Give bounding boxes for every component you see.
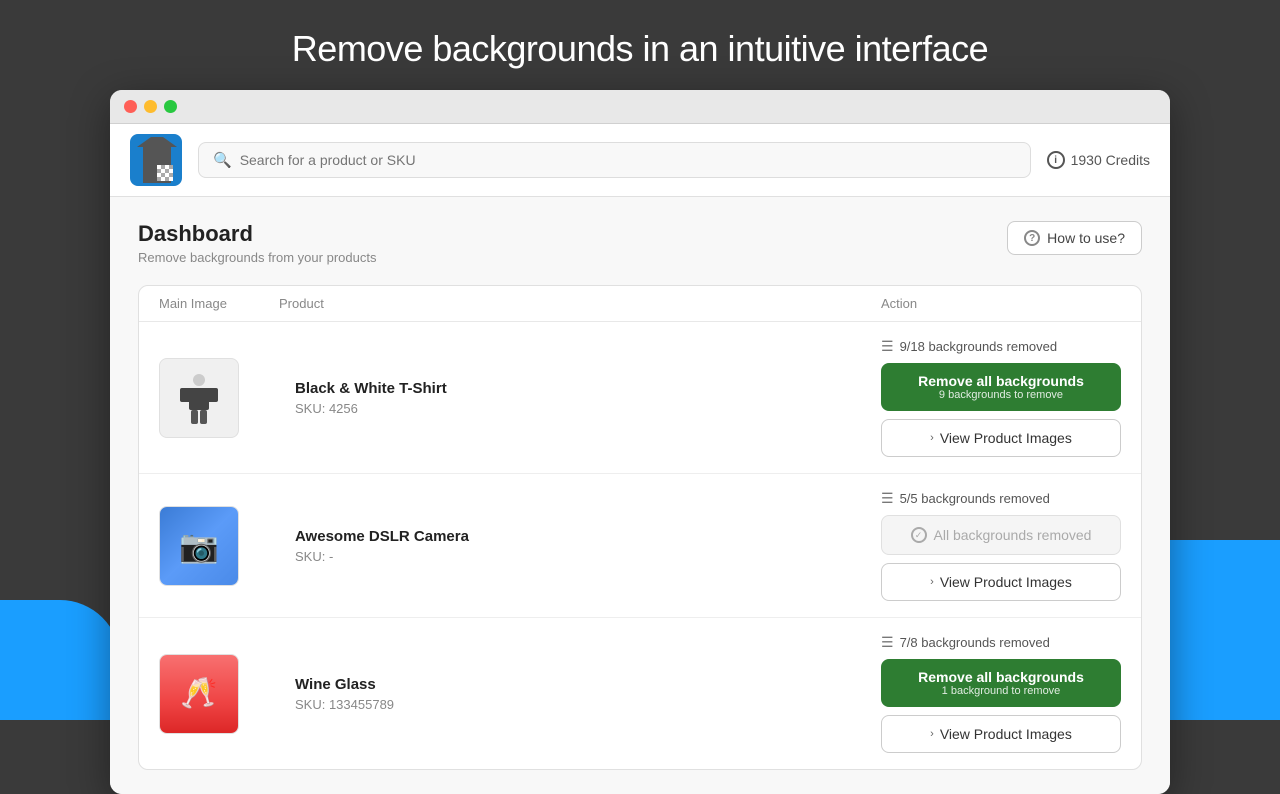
product-name: Wine Glass bbox=[295, 676, 865, 693]
remove-all-sub-label: 9 backgrounds to remove bbox=[881, 389, 1121, 401]
product-thumbnail: 🥂 bbox=[159, 654, 239, 734]
maximize-button[interactable] bbox=[164, 100, 177, 113]
all-removed-label: All backgrounds removed bbox=[934, 527, 1092, 543]
product-sku: SKU: 133455789 bbox=[295, 697, 865, 712]
remove-all-sub-label: 1 background to remove bbox=[881, 685, 1121, 697]
list-icon: ☰ bbox=[881, 338, 894, 355]
col-main-image: Main Image bbox=[159, 296, 279, 311]
search-input[interactable] bbox=[240, 152, 1016, 168]
checkmark-icon: ✓ bbox=[911, 527, 927, 543]
search-bar[interactable]: 🔍 bbox=[198, 142, 1031, 178]
view-product-images-button[interactable]: › View Product Images bbox=[881, 419, 1121, 457]
product-sku: SKU: - bbox=[295, 549, 865, 564]
view-images-label: View Product Images bbox=[940, 726, 1072, 742]
search-icon: 🔍 bbox=[213, 151, 232, 169]
app-window: 🔍 i 1930 Credits Dashboard Remove backgr… bbox=[110, 90, 1170, 794]
product-info: Wine Glass SKU: 133455789 bbox=[279, 676, 881, 712]
dashboard-header: Dashboard Remove backgrounds from your p… bbox=[138, 221, 1142, 265]
bg-count-label: 5/5 backgrounds removed bbox=[900, 491, 1050, 506]
credits-label: 1930 Credits bbox=[1071, 152, 1150, 168]
credits-icon: i bbox=[1047, 151, 1065, 169]
app-logo bbox=[130, 134, 182, 186]
view-images-label: View Product Images bbox=[940, 430, 1072, 446]
decorative-blob-left bbox=[0, 600, 120, 720]
app-header: 🔍 i 1930 Credits bbox=[110, 124, 1170, 197]
table-row: 🥂 Wine Glass SKU: 133455789 ☰ 7/8 backgr… bbox=[139, 618, 1141, 769]
products-table: Main Image Product Action bbox=[138, 285, 1142, 770]
bg-count: ☰ 5/5 backgrounds removed bbox=[881, 490, 1121, 507]
product-name: Black & White T-Shirt bbox=[295, 380, 865, 397]
action-area: ☰ 9/18 backgrounds removed Remove all ba… bbox=[881, 338, 1121, 457]
dashboard-subtitle: Remove backgrounds from your products bbox=[138, 250, 376, 265]
wine-image: 🥂 bbox=[160, 654, 238, 734]
camera-image: 📷 bbox=[160, 506, 238, 586]
table-row: Black & White T-Shirt SKU: 4256 ☰ 9/18 b… bbox=[139, 322, 1141, 474]
checkerboard-icon bbox=[157, 165, 173, 181]
help-icon: ? bbox=[1024, 230, 1040, 246]
product-thumbnail bbox=[159, 358, 239, 438]
app-content: Dashboard Remove backgrounds from your p… bbox=[110, 197, 1170, 794]
chevron-right-icon: › bbox=[930, 728, 934, 740]
remove-all-label: Remove all backgrounds bbox=[881, 373, 1121, 389]
bg-count: ☰ 9/18 backgrounds removed bbox=[881, 338, 1121, 355]
remove-all-label: Remove all backgrounds bbox=[881, 669, 1121, 685]
camera-icon: 📷 bbox=[179, 527, 219, 565]
col-action: Action bbox=[881, 296, 1121, 311]
product-thumbnail: 📷 bbox=[159, 506, 239, 586]
product-info: Awesome DSLR Camera SKU: - bbox=[279, 528, 881, 564]
action-area: ☰ 5/5 backgrounds removed ✓ All backgrou… bbox=[881, 490, 1121, 601]
bg-count-label: 9/18 backgrounds removed bbox=[900, 339, 1058, 354]
view-product-images-button[interactable]: › View Product Images bbox=[881, 563, 1121, 601]
bg-count: ☰ 7/8 backgrounds removed bbox=[881, 634, 1121, 651]
remove-all-button[interactable]: Remove all backgrounds 9 backgrounds to … bbox=[881, 363, 1121, 411]
bg-count-label: 7/8 backgrounds removed bbox=[900, 635, 1050, 650]
view-images-label: View Product Images bbox=[940, 574, 1072, 590]
view-product-images-button[interactable]: › View Product Images bbox=[881, 715, 1121, 753]
table-header: Main Image Product Action bbox=[139, 286, 1141, 322]
wine-glass-icon: 🥂 bbox=[180, 676, 217, 711]
list-icon: ☰ bbox=[881, 634, 894, 651]
minimize-button[interactable] bbox=[144, 100, 157, 113]
tshirt-image bbox=[163, 362, 235, 434]
product-info: Black & White T-Shirt SKU: 4256 bbox=[279, 380, 881, 416]
chevron-right-icon: › bbox=[930, 432, 934, 444]
product-sku: SKU: 4256 bbox=[295, 401, 865, 416]
close-button[interactable] bbox=[124, 100, 137, 113]
product-name: Awesome DSLR Camera bbox=[295, 528, 865, 545]
remove-all-button[interactable]: Remove all backgrounds 1 background to r… bbox=[881, 659, 1121, 707]
how-to-label: How to use? bbox=[1047, 230, 1125, 246]
dashboard-title: Dashboard bbox=[138, 221, 376, 247]
all-backgrounds-removed-indicator: ✓ All backgrounds removed bbox=[881, 515, 1121, 555]
action-area: ☰ 7/8 backgrounds removed Remove all bac… bbox=[881, 634, 1121, 753]
col-product: Product bbox=[279, 296, 881, 311]
page-title: Remove backgrounds in an intuitive inter… bbox=[0, 0, 1280, 90]
credits-area: i 1930 Credits bbox=[1047, 151, 1150, 169]
titlebar bbox=[110, 90, 1170, 124]
list-icon: ☰ bbox=[881, 490, 894, 507]
table-row: 📷 Awesome DSLR Camera SKU: - ☰ 5/5 backg… bbox=[139, 474, 1141, 618]
how-to-button[interactable]: ? How to use? bbox=[1007, 221, 1142, 255]
chevron-right-icon: › bbox=[930, 576, 934, 588]
